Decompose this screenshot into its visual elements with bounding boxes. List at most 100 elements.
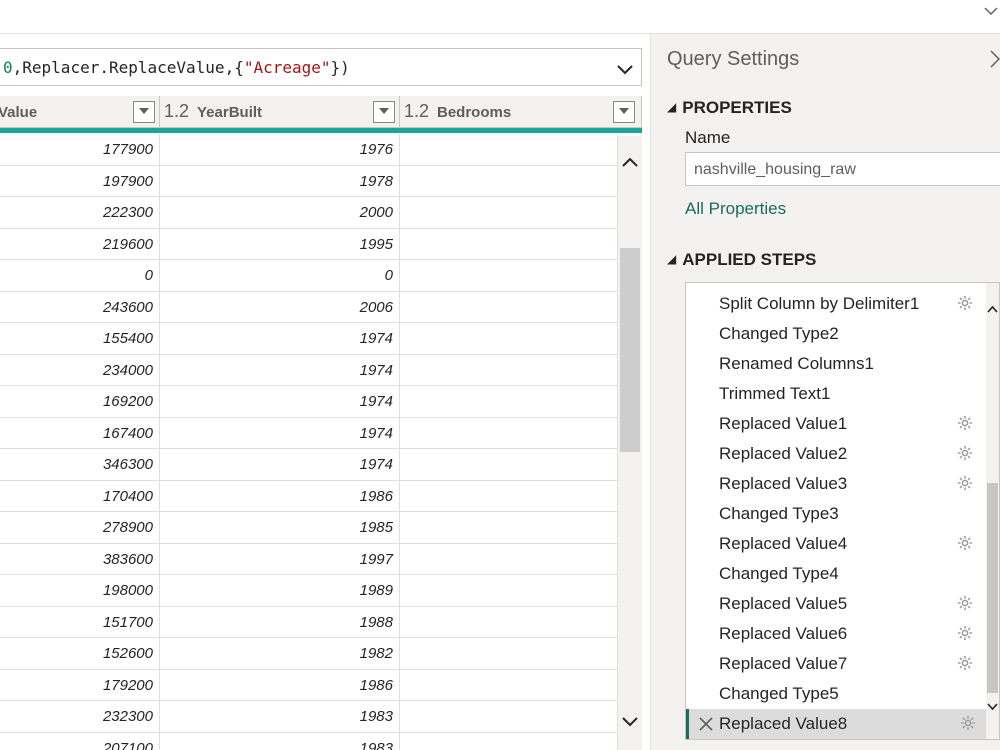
- table-cell[interactable]: [400, 165, 618, 196]
- table-row[interactable]: 155400 1974: [0, 323, 618, 355]
- applied-step-item[interactable]: Changed Type2: [686, 319, 986, 349]
- column-header-yearbuilt[interactable]: 1.2 YearBuilt: [160, 96, 400, 128]
- table-cell[interactable]: 222300: [0, 197, 160, 228]
- grid-vertical-scrollbar[interactable]: [618, 136, 642, 750]
- steps-scrollbar[interactable]: [986, 283, 999, 739]
- table-row[interactable]: 243600 2006: [0, 291, 618, 323]
- table-cell[interactable]: 1978: [160, 165, 400, 196]
- step-settings-gear-icon[interactable]: [957, 415, 973, 436]
- formula-bar[interactable]: 0,Replacer.ReplaceValue,{"Acreage"}): [0, 48, 642, 86]
- applied-step-item[interactable]: Changed Type3: [686, 499, 986, 529]
- applied-step-item[interactable]: Renamed Columns1: [686, 349, 986, 379]
- table-cell[interactable]: 1974: [160, 323, 400, 354]
- table-cell[interactable]: 152600: [0, 638, 160, 669]
- applied-step-item[interactable]: Replaced Value8: [686, 709, 989, 739]
- table-cell[interactable]: [400, 228, 618, 259]
- table-row[interactable]: 219600 1995: [0, 228, 618, 260]
- table-cell[interactable]: 219600: [0, 228, 160, 259]
- table-cell[interactable]: 383600: [0, 543, 160, 574]
- table-row[interactable]: 198000 1989: [0, 575, 618, 607]
- collapse-triangle-icon[interactable]: ◢: [667, 252, 676, 266]
- table-cell[interactable]: 1983: [160, 732, 400, 750]
- table-row[interactable]: 207100 1983: [0, 732, 618, 750]
- all-properties-link[interactable]: All Properties: [685, 199, 786, 219]
- table-row[interactable]: 222300 2000: [0, 197, 618, 229]
- delete-step-icon[interactable]: [699, 717, 713, 736]
- decimal-type-icon[interactable]: 1.2: [164, 101, 189, 122]
- table-cell[interactable]: 234000: [0, 354, 160, 385]
- applied-step-item[interactable]: Changed Type5: [686, 679, 986, 709]
- collapse-triangle-icon[interactable]: ◢: [667, 100, 676, 114]
- applied-step-item[interactable]: Replaced Value4: [686, 529, 986, 559]
- table-row[interactable]: 346300 1974: [0, 449, 618, 481]
- table-cell[interactable]: 198000: [0, 575, 160, 606]
- table-row[interactable]: 177900 1976: [0, 134, 618, 166]
- table-cell[interactable]: 1988: [160, 606, 400, 637]
- table-cell[interactable]: 0: [160, 260, 400, 291]
- table-row[interactable]: 152600 1982: [0, 638, 618, 670]
- table-cell[interactable]: 1986: [160, 669, 400, 700]
- table-cell[interactable]: 1974: [160, 386, 400, 417]
- scroll-up-icon[interactable]: [987, 305, 998, 313]
- step-settings-gear-icon[interactable]: [957, 595, 973, 616]
- applied-step-item[interactable]: Replaced Value2: [686, 439, 986, 469]
- table-cell[interactable]: [400, 386, 618, 417]
- table-cell[interactable]: [400, 543, 618, 574]
- applied-step-item[interactable]: Trimmed Text1: [686, 379, 986, 409]
- table-cell[interactable]: [400, 134, 618, 165]
- expand-formula-chevron-icon[interactable]: [615, 59, 635, 79]
- table-cell[interactable]: 1985: [160, 512, 400, 543]
- table-cell[interactable]: 1974: [160, 417, 400, 448]
- step-settings-gear-icon[interactable]: [957, 655, 973, 676]
- table-cell[interactable]: 1997: [160, 543, 400, 574]
- table-cell[interactable]: [400, 260, 618, 291]
- column-header-bedrooms[interactable]: 1.2 Bedrooms: [400, 96, 642, 128]
- query-name-input[interactable]: nashville_housing_raw: [685, 152, 1000, 186]
- table-cell[interactable]: [400, 449, 618, 480]
- column-header-value[interactable]: Value: [0, 96, 160, 128]
- table-cell[interactable]: [400, 323, 618, 354]
- table-cell[interactable]: [400, 606, 618, 637]
- step-settings-gear-icon[interactable]: [957, 535, 973, 556]
- table-row[interactable]: 383600 1997: [0, 543, 618, 575]
- table-row[interactable]: 232300 1983: [0, 701, 618, 733]
- table-row[interactable]: 00: [0, 260, 618, 292]
- table-cell[interactable]: 1986: [160, 480, 400, 511]
- table-cell[interactable]: 0: [0, 260, 160, 291]
- table-cell[interactable]: 151700: [0, 606, 160, 637]
- table-cell[interactable]: 1982: [160, 638, 400, 669]
- column-filter-button[interactable]: [373, 101, 395, 123]
- decimal-type-icon[interactable]: 1.2: [404, 101, 429, 122]
- step-settings-gear-icon[interactable]: [960, 715, 976, 736]
- applied-step-item[interactable]: Changed Type4: [686, 559, 986, 589]
- applied-step-item[interactable]: Split Column by Delimiter1: [686, 289, 986, 319]
- table-cell[interactable]: [400, 732, 618, 750]
- table-cell[interactable]: 207100: [0, 732, 160, 750]
- table-cell[interactable]: 169200: [0, 386, 160, 417]
- step-settings-gear-icon[interactable]: [957, 445, 973, 466]
- table-row[interactable]: 169200 1974: [0, 386, 618, 418]
- table-cell[interactable]: 1974: [160, 354, 400, 385]
- table-cell[interactable]: 1976: [160, 134, 400, 165]
- table-cell[interactable]: 197900: [0, 165, 160, 196]
- scroll-up-icon[interactable]: [622, 156, 638, 168]
- close-pane-icon[interactable]: [990, 50, 1000, 68]
- table-row[interactable]: 170400 1986: [0, 480, 618, 512]
- applied-step-item[interactable]: Replaced Value1: [686, 409, 986, 439]
- table-cell[interactable]: 1995: [160, 228, 400, 259]
- step-settings-gear-icon[interactable]: [957, 295, 973, 316]
- applied-step-item[interactable]: Replaced Value3: [686, 469, 986, 499]
- table-row[interactable]: 197900 1978: [0, 165, 618, 197]
- table-cell[interactable]: 155400: [0, 323, 160, 354]
- applied-step-item[interactable]: Replaced Value7: [686, 649, 986, 679]
- table-cell[interactable]: 278900: [0, 512, 160, 543]
- table-cell[interactable]: [400, 701, 618, 732]
- table-row[interactable]: 278900 1985: [0, 512, 618, 544]
- table-row[interactable]: 151700 1988: [0, 606, 618, 638]
- table-row[interactable]: 179200 1986: [0, 669, 618, 701]
- table-cell[interactable]: [400, 197, 618, 228]
- table-cell[interactable]: 179200: [0, 669, 160, 700]
- table-cell[interactable]: 1983: [160, 701, 400, 732]
- formula-text[interactable]: 0,Replacer.ReplaceValue,{"Acreage"}): [3, 58, 350, 77]
- table-row[interactable]: 167400 1974: [0, 417, 618, 449]
